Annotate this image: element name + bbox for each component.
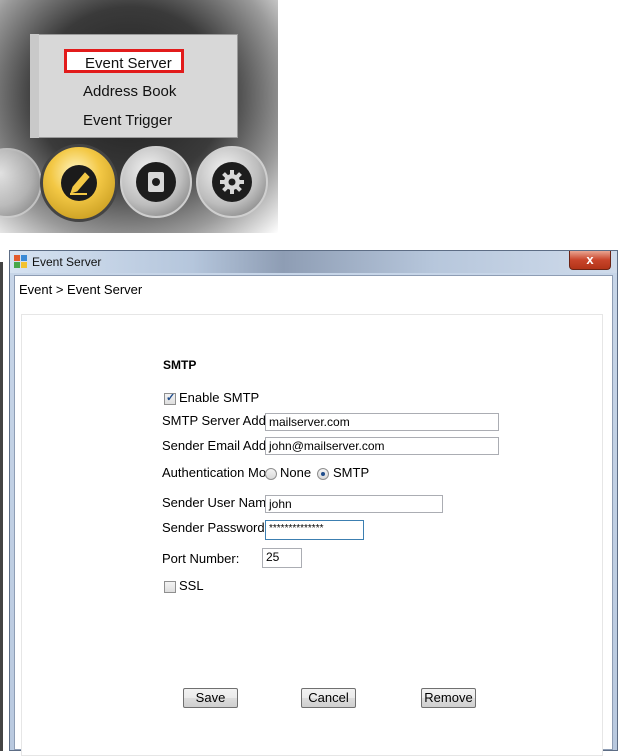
close-icon: x <box>586 252 594 267</box>
gear-icon <box>212 162 252 202</box>
save-button[interactable]: Save <box>183 688 238 708</box>
log-book-icon <box>136 162 176 202</box>
smtp-server-label: SMTP Server Addr <box>162 413 266 428</box>
window-edge <box>0 262 3 751</box>
auth-mode-label: Authentication Mod <box>162 465 266 480</box>
cancel-button[interactable]: Cancel <box>301 688 356 708</box>
sender-user-input[interactable]: john <box>265 495 443 513</box>
section-title: SMTP <box>163 358 197 372</box>
sender-email-input[interactable]: john@mailserver.com <box>265 437 499 455</box>
enable-smtp-checkbox[interactable]: ✓ <box>164 392 176 405</box>
popup-menu-gutter <box>30 34 39 138</box>
event-server-window: Event Server x Event > Event Server SMTP… <box>9 250 618 756</box>
sender-password-label: Sender Password: <box>162 520 269 535</box>
close-button[interactable]: x <box>569 251 611 270</box>
auth-smtp-label: SMTP <box>333 465 370 480</box>
partial-round-button[interactable] <box>0 148 42 218</box>
event-edit-button[interactable] <box>40 144 118 222</box>
event-menu-area: Event Server Address Book Event Trigger <box>0 0 278 233</box>
save-button-label: Save <box>195 690 226 705</box>
menu-item-label: Event Server <box>85 55 172 72</box>
log-button[interactable] <box>120 146 192 218</box>
auth-none-radio[interactable] <box>265 468 277 480</box>
menu-item-label: Address Book <box>83 83 177 100</box>
sender-email-label: Sender Email Addr <box>162 438 266 453</box>
window-title: Event Server <box>32 255 102 269</box>
port-number-label: Port Number: <box>162 551 240 566</box>
smtp-settings-panel: SMTP ✓ Enable SMTP SMTP Server Addr mail… <box>21 314 603 756</box>
cancel-button-label: Cancel <box>308 690 349 705</box>
remove-button[interactable]: Remove <box>421 688 476 708</box>
menu-item-label: Event Trigger <box>83 112 173 129</box>
sender-user-label: Sender User Name <box>162 495 266 510</box>
ssl-checkbox[interactable] <box>164 581 176 593</box>
menu-item-event-trigger[interactable]: Event Trigger <box>83 109 172 133</box>
menu-item-event-server[interactable]: Event Server <box>64 49 184 73</box>
auth-none-label: None <box>280 465 312 480</box>
remove-button-label: Remove <box>424 690 473 705</box>
menu-item-address-book[interactable]: Address Book <box>83 80 176 104</box>
enable-smtp-label: Enable SMTP <box>179 390 260 405</box>
pencil-icon <box>55 159 103 207</box>
window-client-area: Event > Event Server SMTP ✓ Enable SMTP … <box>14 275 613 756</box>
app-icon <box>14 255 28 269</box>
smtp-server-input[interactable]: mailserver.com <box>265 413 499 431</box>
auth-smtp-radio[interactable] <box>317 468 329 480</box>
settings-button[interactable] <box>196 146 268 218</box>
check-icon: ✓ <box>166 392 176 404</box>
port-number-input[interactable]: 25 <box>262 548 302 568</box>
breadcrumb: Event > Event Server <box>19 282 143 297</box>
sender-password-input[interactable]: ************** <box>265 520 364 540</box>
radio-selected-dot <box>321 472 325 476</box>
title-bar[interactable]: Event Server x <box>10 251 617 273</box>
ssl-label: SSL <box>179 578 204 593</box>
